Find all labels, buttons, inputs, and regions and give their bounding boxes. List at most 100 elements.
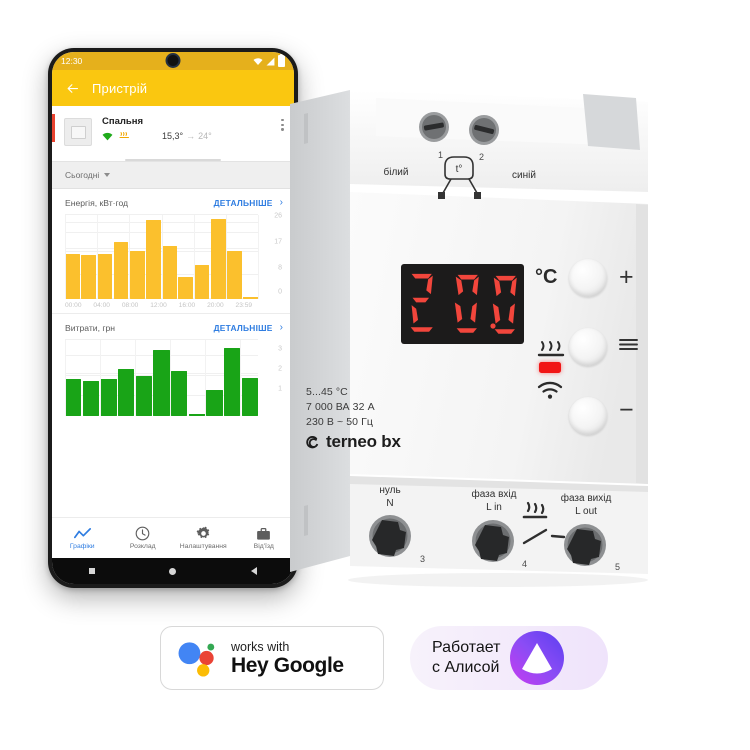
minus-button[interactable] bbox=[569, 397, 607, 435]
status-led-indicator bbox=[539, 362, 561, 373]
plus-symbol: + bbox=[619, 263, 634, 291]
chart-bar bbox=[135, 375, 152, 416]
phone-screen: 12:30 Пристрій Спальня 15,3° → 24° Сього… bbox=[52, 52, 294, 584]
partner-badges: works with Hey Google Работает с Алисой bbox=[160, 626, 608, 690]
chart-bar bbox=[188, 413, 205, 416]
grid-line-vertical bbox=[258, 214, 259, 299]
chart-bar bbox=[178, 276, 194, 299]
nav-label-settings: Налаштування bbox=[179, 543, 227, 550]
x-tick-label: 12:00 bbox=[150, 301, 167, 309]
device-front-overlay: білий синій 1 2 °C 5...45 °C 7 000 ВА 32… bbox=[288, 88, 668, 588]
chart-bar bbox=[100, 378, 117, 416]
terminal-n-top: нуль bbox=[379, 485, 401, 496]
terminal-label-lin: фаза вхід L in bbox=[448, 488, 540, 514]
nav-item-away[interactable]: Від'їзд bbox=[234, 526, 295, 550]
cost-plot: 3 2 1 bbox=[65, 338, 288, 416]
device-thumbnail bbox=[64, 118, 92, 146]
cost-chart-title: Витрати, грн bbox=[65, 322, 116, 333]
device-specs: 5...45 °C 7 000 ВА 32 А 230 В ~ 50 Гц bbox=[306, 385, 375, 430]
energy-plot: 26 17 8 0 bbox=[65, 212, 288, 299]
device-card[interactable]: Спальня 15,3° → 24° bbox=[52, 106, 294, 152]
terminal-lout-bottom: L out bbox=[575, 506, 597, 517]
plus-button[interactable] bbox=[569, 259, 607, 297]
chart-bar bbox=[241, 377, 258, 416]
back-arrow-icon[interactable] bbox=[65, 81, 80, 96]
circle-icon[interactable] bbox=[169, 567, 177, 575]
x-tick-label: 04:00 bbox=[93, 301, 110, 309]
x-tick-label: 08:00 bbox=[121, 301, 139, 309]
cost-chart-block: Витрати, грн ДЕТАЛЬНІШЕ › 3 2 1 bbox=[52, 314, 294, 420]
y-tick-label: 2 bbox=[278, 365, 282, 373]
chevron-right-icon[interactable]: › bbox=[280, 197, 283, 208]
works-with-alice-badge: Работает с Алисой bbox=[410, 626, 608, 690]
terneo-bx-device: t° білий синій 1 2 °C 5...45 °C 7 000 ВА… bbox=[288, 88, 668, 588]
cost-details-link[interactable]: ДЕТАЛЬНІШЕ bbox=[214, 323, 273, 333]
status-bar: 12:30 bbox=[52, 52, 294, 70]
status-time: 12:30 bbox=[61, 56, 83, 66]
phone-mockup: 12:30 Пристрій Спальня 15,3° → 24° Сього… bbox=[48, 48, 298, 588]
device-info: Спальня 15,3° → 24° bbox=[102, 115, 281, 141]
clock-icon bbox=[135, 526, 150, 541]
energy-chart-header: Енергія, кВт·год ДЕТАЛЬНІШЕ › bbox=[52, 197, 294, 208]
grid-line-vertical bbox=[100, 339, 102, 416]
google-badge-big: Hey Google bbox=[231, 654, 344, 678]
chevron-down-icon bbox=[104, 172, 111, 177]
signal-icon bbox=[266, 57, 275, 65]
y-tick-label: 26 bbox=[274, 212, 282, 220]
spec-line-temp-range: 5...45 °C bbox=[306, 386, 348, 398]
chart-bar bbox=[194, 265, 210, 299]
chart-bar bbox=[118, 368, 135, 416]
chevron-right-icon[interactable]: › bbox=[280, 322, 283, 333]
x-tick-label: 16:00 bbox=[178, 301, 196, 309]
kebab-menu-icon[interactable] bbox=[281, 119, 284, 131]
nav-item-charts[interactable]: Графіки bbox=[52, 526, 113, 550]
display-digits bbox=[410, 273, 517, 334]
chart-bar bbox=[129, 250, 145, 299]
spec-line-power: 7 000 ВА 32 А bbox=[306, 401, 375, 413]
temp-arrow-icon: → bbox=[186, 131, 196, 141]
minus-symbol: − bbox=[619, 396, 634, 424]
nav-label-charts: Графіки bbox=[69, 543, 95, 550]
charts-scroll-area[interactable]: Енергія, кВт·год ДЕТАЛЬНІШЕ › 26 17 8 0 00:… bbox=[52, 188, 294, 517]
y-tick-label: 0 bbox=[278, 288, 282, 296]
unit-label: °C bbox=[535, 266, 558, 288]
wifi-icon bbox=[102, 132, 113, 140]
chart-bar bbox=[210, 218, 226, 299]
nav-item-settings[interactable]: Налаштування bbox=[173, 526, 234, 550]
period-selector[interactable]: Сьогодні bbox=[52, 160, 294, 189]
chart-bar bbox=[97, 253, 113, 299]
grid-line-vertical bbox=[240, 339, 242, 416]
x-tick-label: 00:00 bbox=[65, 301, 82, 309]
energy-x-axis: 00:00 04:00 08:00 12:00 16:00 20:00 23:59 bbox=[65, 302, 288, 309]
x-tick-label: 23:59 bbox=[235, 301, 253, 309]
terminal-label-lout: фаза вихід L out bbox=[538, 492, 634, 518]
chart-bar bbox=[224, 347, 241, 416]
terminal-lout-top: фаза вихід bbox=[560, 493, 612, 504]
brand-row: terneo bx bbox=[304, 432, 401, 452]
brand-name: terneo bx bbox=[326, 432, 401, 451]
chart-bar bbox=[113, 242, 129, 299]
cost-plot-wrap: 3 2 1 bbox=[52, 338, 294, 416]
square-icon[interactable] bbox=[89, 568, 96, 574]
terminal-label-n: нуль N bbox=[350, 484, 430, 510]
terminal-n-bottom: N bbox=[386, 498, 394, 509]
back-triangle-icon[interactable] bbox=[250, 567, 257, 575]
nav-item-schedule[interactable]: Розклад bbox=[113, 526, 174, 550]
menu-button[interactable] bbox=[569, 328, 607, 366]
energy-details-link[interactable]: ДЕТАЛЬНІШЕ bbox=[214, 198, 273, 208]
chart-bar bbox=[153, 349, 170, 416]
device-status-row: 15,3° → 24° bbox=[102, 131, 281, 141]
grid-line-vertical bbox=[161, 214, 163, 299]
y-tick-label: 1 bbox=[278, 385, 282, 393]
y-tick-label: 3 bbox=[278, 345, 282, 353]
grid-line-vertical bbox=[225, 214, 227, 299]
chart-bar bbox=[65, 253, 80, 299]
grid-line-vertical bbox=[97, 214, 99, 299]
seven-segment-display bbox=[401, 264, 524, 344]
grid-line-vertical bbox=[65, 339, 66, 416]
cost-y-axis: 3 2 1 bbox=[260, 340, 288, 416]
briefcase-icon bbox=[256, 526, 271, 541]
sensor-terminal-number-1: 1 bbox=[438, 150, 444, 160]
alice-badge-text: Работает с Алисой bbox=[432, 638, 501, 678]
energy-chart-block: Енергія, кВт·год ДЕТАЛЬНІШЕ › 26 17 8 0 00:… bbox=[52, 189, 294, 314]
